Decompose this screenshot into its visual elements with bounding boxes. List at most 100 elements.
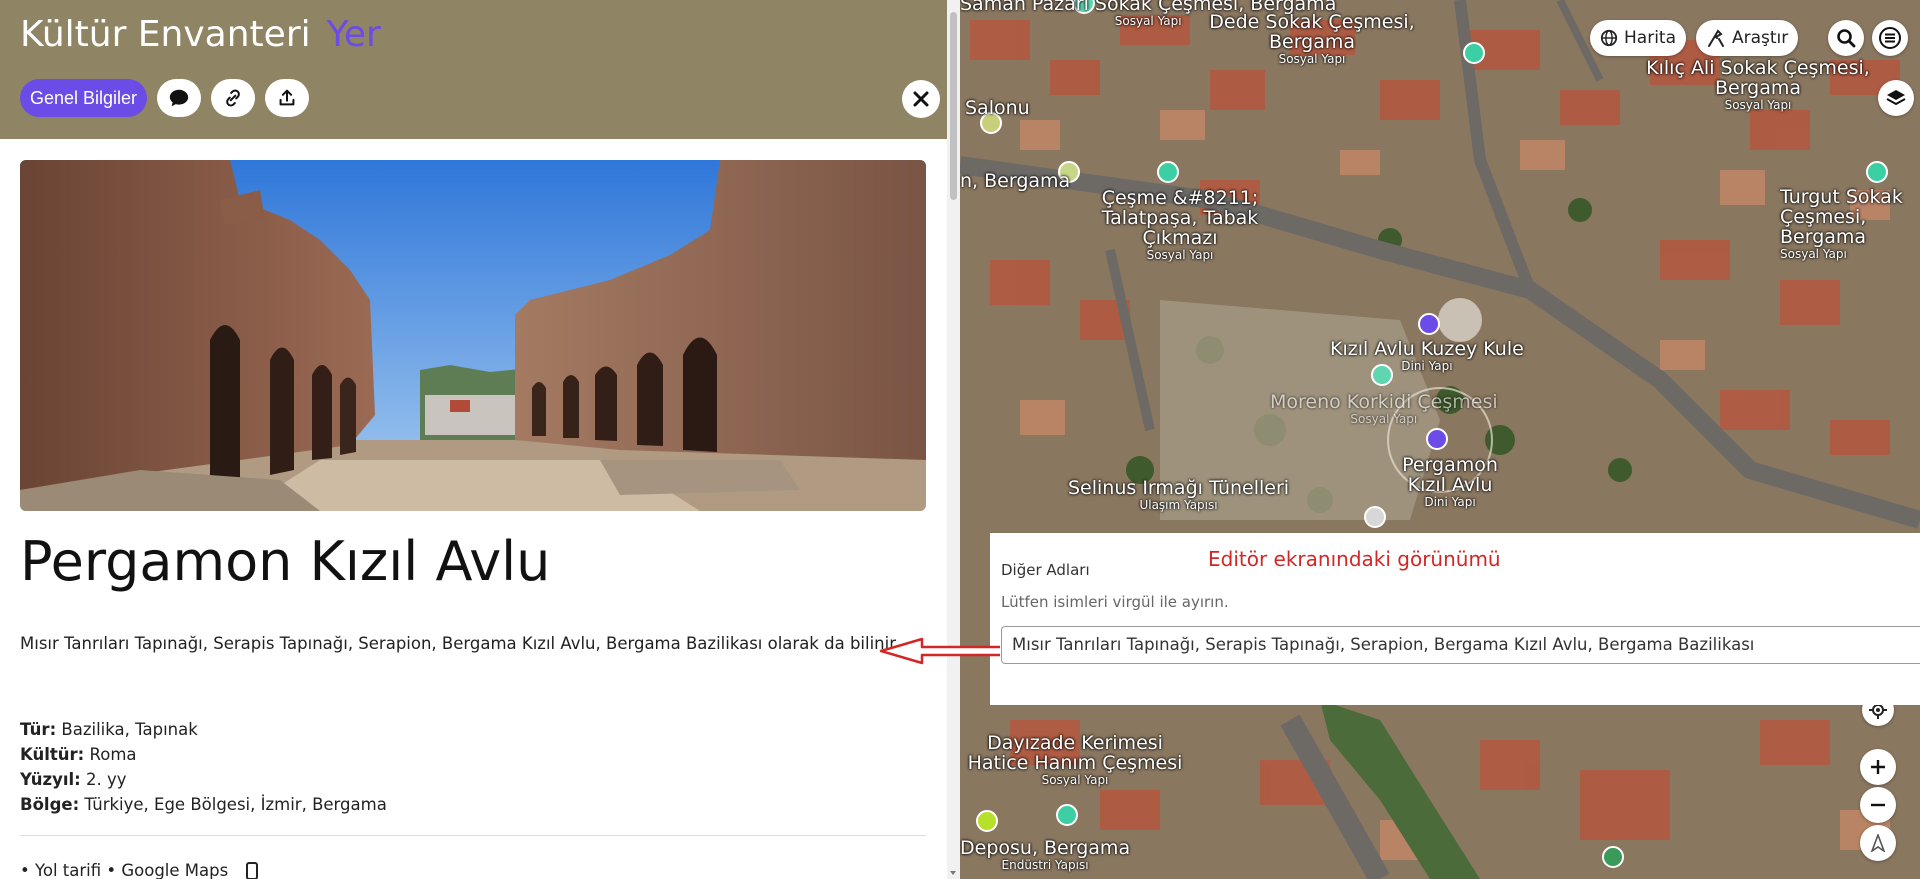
- header-actions: Genel Bilgiler: [20, 79, 310, 117]
- map-label-name: Deposu, Bergama: [960, 837, 1131, 859]
- close-button[interactable]: [902, 80, 940, 118]
- link-icon: [226, 89, 240, 107]
- map-label-type: Sosyal Yapı: [1146, 248, 1214, 262]
- search-icon: [1837, 29, 1856, 48]
- property-key: Bölge:: [20, 795, 80, 814]
- map-label[interactable]: Çeşme &#8211; Talatpaşa, Tabak Çıkmazı So…: [1080, 188, 1280, 262]
- close-icon: [913, 91, 929, 107]
- property-row: Yüzyıl: 2. yy: [20, 767, 387, 792]
- property-key: Tür:: [20, 720, 57, 739]
- place-photo: [20, 160, 926, 511]
- map-marker[interactable]: [1463, 42, 1485, 64]
- map-label-name: Salonu: [965, 97, 1030, 119]
- map-label[interactable]: Dayızade Kerimesi Hatice Hanım Çeşmesi So…: [960, 733, 1190, 787]
- menu-button[interactable]: [1872, 20, 1908, 56]
- zoom-out-icon: [1871, 803, 1885, 807]
- map-label-name: Moreno Korkidi Çeşmesi: [1270, 391, 1498, 413]
- general-info-button[interactable]: Genel Bilgiler: [20, 79, 148, 117]
- map-label-name: Pergamon Kızıl Avlu: [1402, 454, 1498, 496]
- map-label-type: Ulaşım Yapısı: [1139, 498, 1218, 512]
- property-row: Tür: Bazilika, Tapınak: [20, 717, 387, 742]
- map-label-type: Sosyal Yapı: [1350, 412, 1418, 426]
- map-label-name: Turgut Sokak Çeşmesi, Bergama: [1780, 186, 1903, 248]
- app-title-text: Kültür Envanteri: [20, 14, 311, 55]
- link-button[interactable]: [211, 79, 256, 117]
- map-marker[interactable]: [976, 810, 998, 832]
- map-label[interactable]: Kızıl Avlu Kuzey Kule Dini Yapı: [1330, 339, 1524, 373]
- map-label-name: n, Bergama: [960, 170, 1071, 192]
- map-label-name: Selinus Irmağı Tünelleri: [1068, 477, 1290, 499]
- map-label-type: Sosyal Yapı: [1041, 773, 1109, 787]
- zoom-in-icon: [1871, 760, 1885, 774]
- info-panel: Kültür Envanteri Yer Genel Bilgiler Perg…: [0, 0, 960, 879]
- map-label-name: Çeşme &#8211; Talatpaşa, Tabak Çıkmazı: [1101, 187, 1259, 249]
- place-photo-image: [20, 160, 926, 511]
- explore-button[interactable]: Araştır: [1696, 20, 1799, 56]
- editor-annotation-note: Editör ekranındaki görünümü: [1208, 547, 1501, 571]
- map-marker[interactable]: [1418, 313, 1440, 335]
- map-label-type: Sosyal Yapı: [1724, 98, 1792, 112]
- map-label[interactable]: n, Bergama: [960, 171, 1070, 191]
- map-marker[interactable]: [1602, 846, 1624, 868]
- directions-link-text[interactable]: • Yol tarifi • Google Maps: [20, 861, 228, 879]
- comment-icon: [169, 89, 189, 107]
- scroll-down-arrow-icon[interactable]: [950, 871, 956, 875]
- property-row: Kültür: Roma: [20, 742, 387, 767]
- property-row: Bölge: Türkiye, Ege Bölgesi, İzmir, Berg…: [20, 792, 387, 817]
- scrollbar-thumb[interactable]: [950, 12, 957, 200]
- other-names-field-label: Diğer Adları: [1001, 561, 1090, 579]
- map-label-type: Sosyal Yapı: [1780, 247, 1847, 261]
- map-marker[interactable]: [1426, 428, 1448, 450]
- map-label[interactable]: Dede Sokak Çeşmesi, Bergama Sosyal Yapı: [1182, 12, 1442, 66]
- map-label-type: Dini Yapı: [1424, 495, 1476, 509]
- north-icon: [1870, 834, 1886, 852]
- map-label[interactable]: Selinus Irmağı Tünelleri Ulaşım Yapısı: [1068, 478, 1289, 512]
- map-label-name: Kılıç Ali Sokak Çeşmesi, Bergama: [1646, 57, 1870, 99]
- divider: [20, 835, 926, 836]
- map-label-name: Dayızade Kerimesi Hatice Hanım Çeşmesi: [967, 732, 1183, 774]
- editor-preview: Diğer Adları Editör ekranındaki görünümü…: [990, 533, 1920, 705]
- annotation-arrow: [879, 637, 1000, 665]
- map-marker[interactable]: [1157, 161, 1179, 183]
- layers-button[interactable]: [1878, 80, 1914, 116]
- globe-icon: [1600, 29, 1618, 47]
- map-marker[interactable]: [1866, 161, 1888, 183]
- share-icon: [279, 89, 295, 106]
- map-label-name: Kızıl Avlu Kuzey Kule: [1330, 338, 1524, 360]
- place-properties: Tür: Bazilika, Tapınak Kültür: Roma Yüzy…: [20, 717, 387, 817]
- map-search-button[interactable]: [1828, 20, 1864, 56]
- map-label[interactable]: Pergamon Kızıl Avlu Dini Yapı: [1390, 455, 1510, 509]
- property-value: Roma: [89, 745, 137, 764]
- zoom-in-button[interactable]: [1860, 749, 1896, 785]
- explore-label: Araştır: [1732, 28, 1789, 48]
- zoom-out-button[interactable]: [1860, 787, 1896, 823]
- compass-icon: [1708, 29, 1724, 47]
- map-label-type: Sosyal Yapı: [1278, 52, 1346, 66]
- other-names-input[interactable]: Mısır Tanrıları Tapınağı, Serapis Tapına…: [1001, 626, 1920, 664]
- share-button[interactable]: [265, 79, 310, 117]
- property-value: Bazilika, Tapınak: [61, 720, 198, 739]
- map-label[interactable]: Salonu: [965, 98, 1030, 118]
- map-marker[interactable]: [1056, 804, 1078, 826]
- menu-icon: [1879, 27, 1901, 49]
- map-label[interactable]: Kılıç Ali Sokak Çeşmesi, Bergama Sosyal Y…: [1643, 58, 1873, 112]
- map-label-type: Dini Yapı: [1401, 359, 1453, 373]
- reset-north-button[interactable]: [1860, 825, 1896, 861]
- property-key: Kültür:: [20, 745, 85, 764]
- app-title: Kültür Envanteri Yer: [20, 14, 381, 55]
- comment-button[interactable]: [157, 79, 202, 117]
- panel-scrollbar[interactable]: [947, 0, 960, 879]
- map-label[interactable]: Moreno Korkidi Çeşmesi Sosyal Yapı: [1270, 392, 1498, 426]
- app-title-accent: Yer: [326, 14, 381, 55]
- map-view[interactable]: Saman Pazarı Sokak Çeşmesi, Bergama Sosya…: [960, 0, 1920, 879]
- other-names-text: Mısır Tanrıları Tapınağı, Serapis Tapına…: [20, 634, 900, 653]
- phone-icon[interactable]: [246, 861, 259, 879]
- map-label-type: Endüstri Yapısı: [1001, 858, 1089, 872]
- map-label[interactable]: Deposu, Bergama Endüstri Yapısı: [960, 838, 1130, 872]
- directions-links[interactable]: • Yol tarifi • Google Maps: [20, 861, 259, 879]
- map-marker[interactable]: [1364, 506, 1386, 528]
- map-mode-button[interactable]: Harita: [1590, 20, 1686, 56]
- layers-icon: [1886, 90, 1906, 106]
- map-label[interactable]: Turgut Sokak Çeşmesi, Bergama Sosyal Yapı: [1780, 187, 1920, 261]
- property-value: 2. yy: [86, 770, 127, 789]
